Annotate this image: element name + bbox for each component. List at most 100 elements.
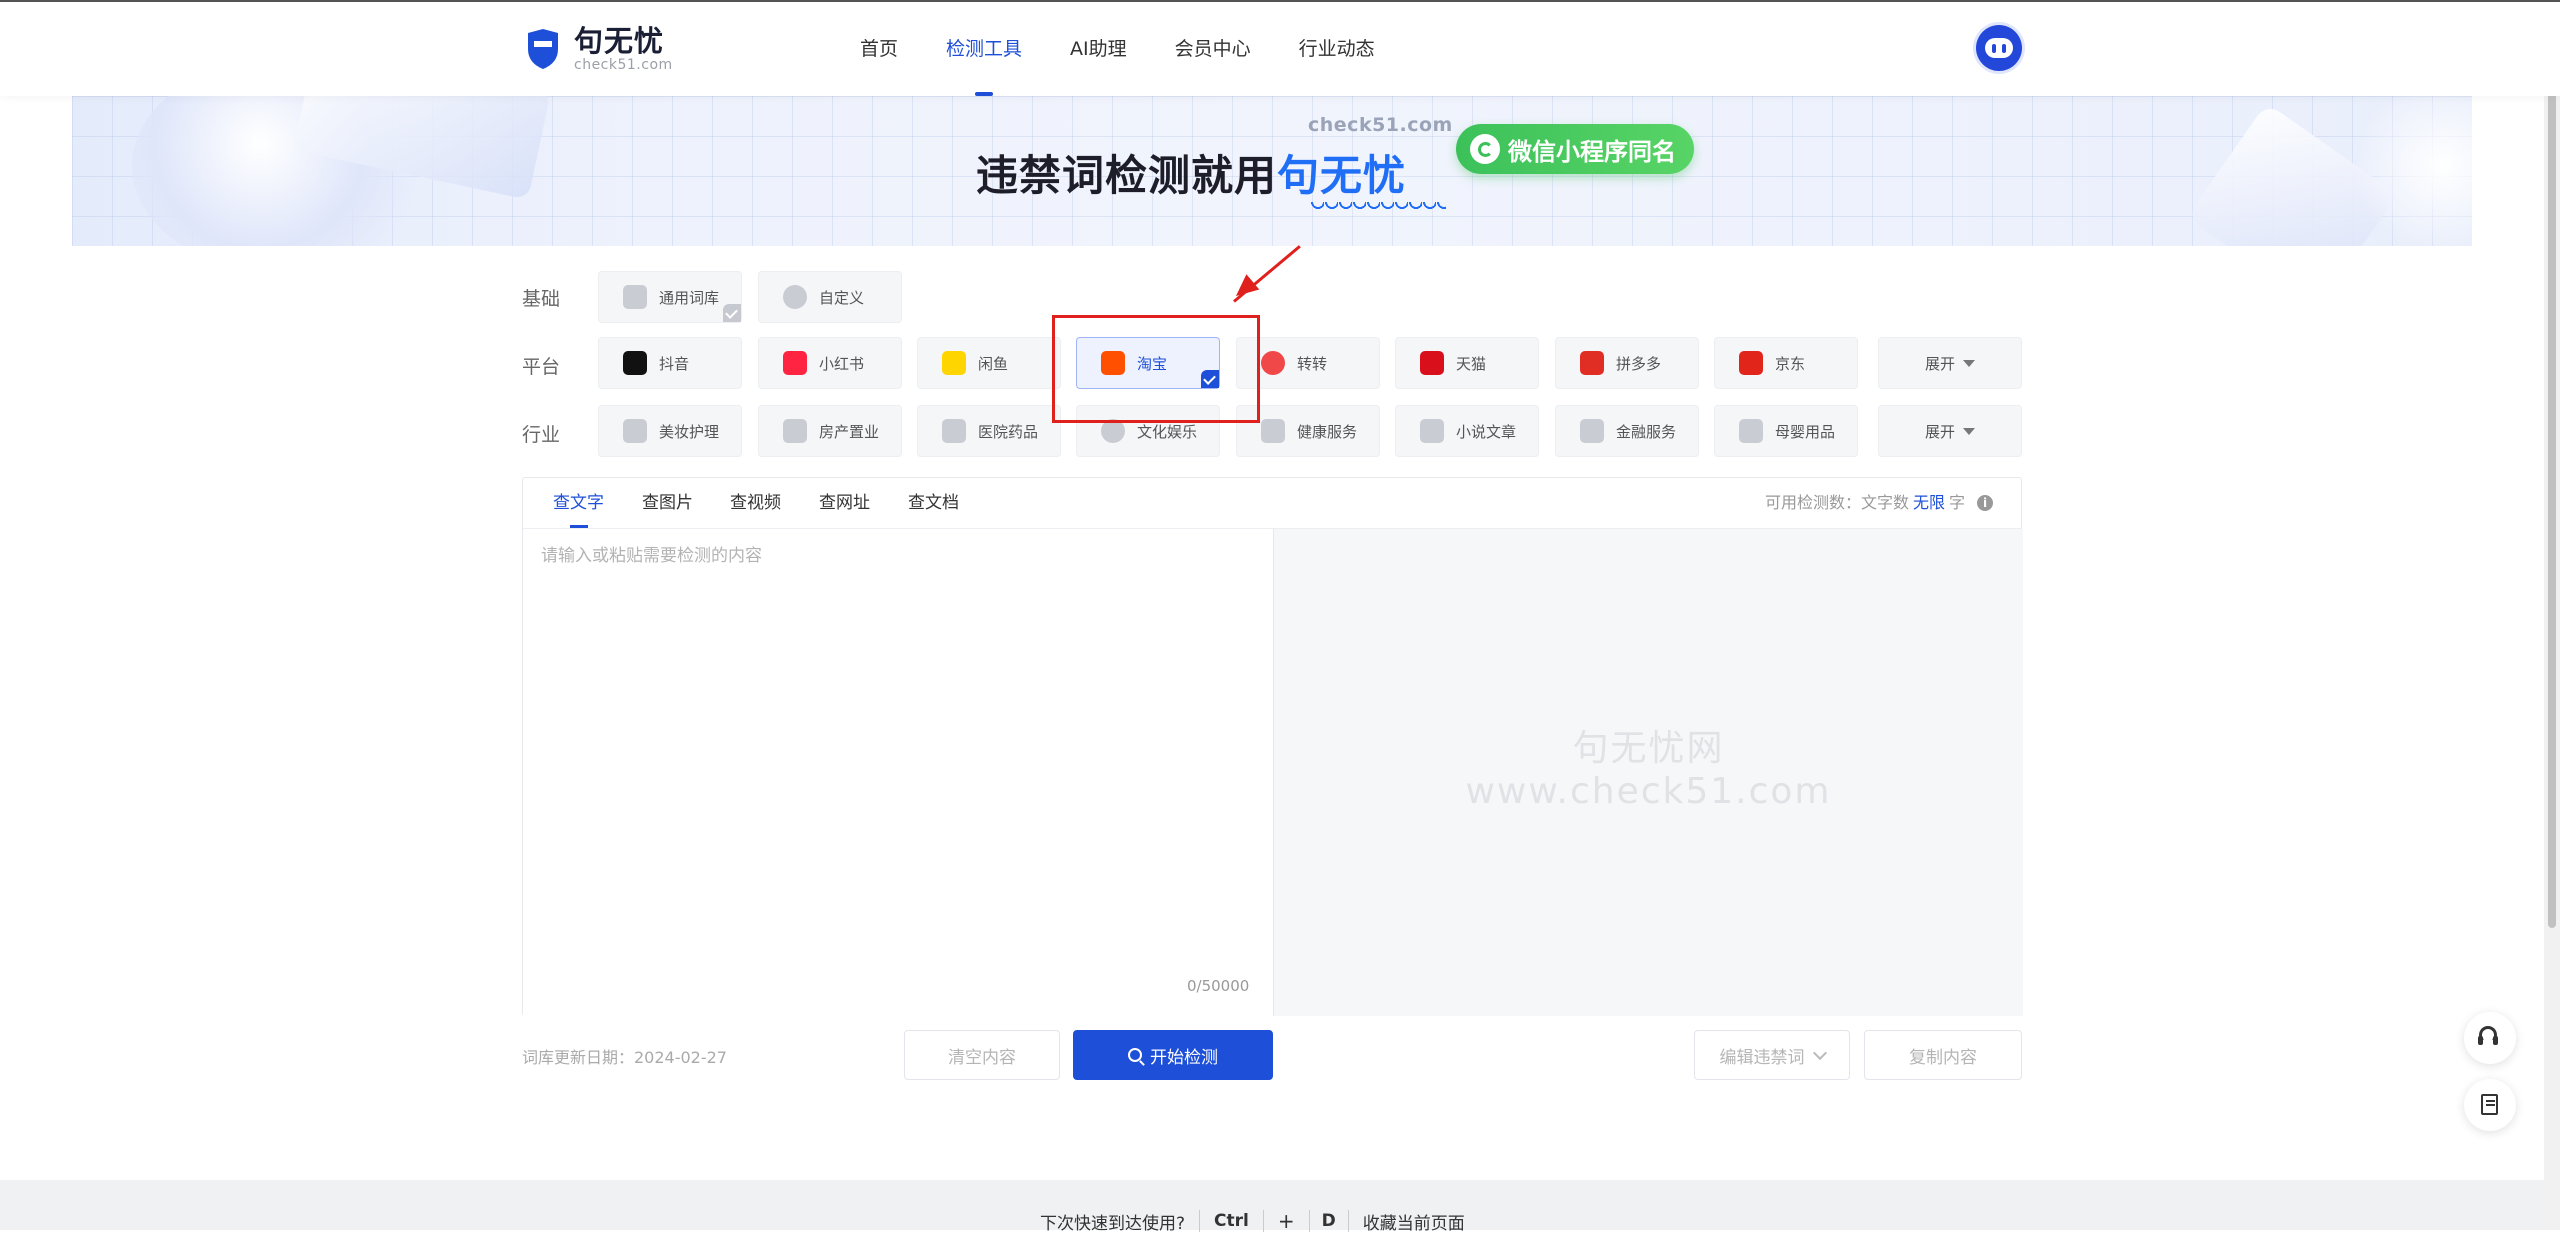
tmall-icon	[1420, 351, 1444, 375]
banner-url: check51.com	[1308, 114, 1453, 136]
chip-jd[interactable]: 京东	[1714, 337, 1858, 389]
quota-info: 可用检测数：文字数 无限 字 i	[1765, 478, 1993, 528]
chip-cosmetics[interactable]: 美妆护理	[598, 405, 742, 457]
page-scrollbar[interactable]	[2544, 0, 2560, 1230]
clear-button[interactable]: 清空内容	[904, 1030, 1060, 1080]
chip-label: 美妆护理	[659, 422, 720, 441]
chip-pinduoduo[interactable]: 拼多多	[1555, 337, 1699, 389]
shield-logo-icon	[524, 27, 562, 71]
watermark-name: 句无忧网	[1572, 728, 1725, 769]
logo-domain: check51.com	[574, 57, 673, 73]
nav-ai-assistant[interactable]: AI助理	[1070, 2, 1127, 96]
bookmark-hint-bar: 下次快速到达使用? Ctrl + D 收藏当前页面	[0, 1180, 2544, 1234]
headset-icon	[2478, 1026, 2498, 1045]
scrollbar-thumb[interactable]	[2548, 4, 2556, 928]
check-icon	[723, 304, 741, 322]
edit-banned-words-button[interactable]: 编辑违禁词	[1694, 1030, 1850, 1080]
result-pane: 句无忧网 www.check51.com	[1273, 529, 2023, 1016]
chip-xiaohongshu[interactable]: 小红书	[758, 337, 902, 389]
nav-home[interactable]: 首页	[860, 2, 898, 96]
chip-real-estate[interactable]: 房产置业	[758, 405, 902, 457]
quota-value: 无限	[1912, 493, 1945, 512]
tab-video[interactable]: 查视频	[730, 478, 781, 528]
chip-xianyu[interactable]: 闲鱼	[917, 337, 1061, 389]
expand-platforms-button[interactable]: 展开	[1878, 337, 2022, 389]
detect-panel: 查文字 查图片 查视频 查网址 查文档 可用检测数：文字数 无限 字 i 0/5…	[522, 477, 2023, 1016]
chip-general-library[interactable]: 通用词库	[598, 271, 742, 323]
mini-program-badge: 微信小程序同名	[1456, 124, 1694, 174]
banner-brand: 句无忧	[1277, 151, 1407, 200]
caret-down-icon	[1963, 427, 1975, 435]
chip-label: 通用词库	[659, 288, 720, 307]
content-input[interactable]	[523, 529, 1273, 1016]
chip-baby[interactable]: 母婴用品	[1714, 405, 1858, 457]
clear-label: 清空内容	[948, 1047, 1016, 1068]
main-nav: 首页 检测工具 AI助理 会员中心 行业动态	[860, 2, 1423, 96]
copy-content-button[interactable]: 复制内容	[1864, 1030, 2022, 1080]
watermark-url: www.check51.com	[1465, 771, 1832, 812]
quota-label: 可用检测数：文字数	[1764, 493, 1909, 512]
chip-custom[interactable]: 自定义	[758, 271, 902, 323]
info-icon[interactable]: i	[1977, 495, 1993, 511]
user-avatar[interactable]	[1976, 25, 2022, 71]
health-icon	[1261, 419, 1285, 443]
char-counter: 0/50000	[1187, 977, 1250, 995]
chip-label: 闲鱼	[978, 354, 1009, 373]
tab-document[interactable]: 查文档	[908, 478, 959, 528]
platform-label: 平台	[522, 356, 561, 378]
xiaohongshu-icon	[783, 351, 807, 375]
caret-down-icon	[1963, 359, 1975, 367]
pinduoduo-icon	[1580, 351, 1604, 375]
chip-tmall[interactable]: 天猫	[1395, 337, 1539, 389]
chip-hospital[interactable]: 医院药品	[917, 405, 1061, 457]
library-icon	[623, 285, 647, 309]
expand-label: 展开	[1924, 422, 1955, 441]
library-update-date: 词库更新日期：2024-02-27	[522, 1048, 727, 1067]
tab-url[interactable]: 查网址	[819, 478, 870, 528]
chip-label: 文化娱乐	[1137, 422, 1198, 441]
douyin-icon	[623, 351, 647, 375]
link-icon	[1470, 134, 1500, 164]
quota-unit: 字	[1948, 493, 1965, 512]
expand-industries-button[interactable]: 展开	[1878, 405, 2022, 457]
hospital-icon	[942, 419, 966, 443]
banner-headline-text: 违禁词检测就用	[976, 151, 1278, 200]
zhuanzhuan-icon	[1261, 351, 1285, 375]
site-logo[interactable]: 句无忧 check51.com	[524, 24, 673, 74]
chip-label: 房产置业	[819, 422, 880, 441]
cosmetics-icon	[623, 419, 647, 443]
customer-service-button[interactable]	[2464, 1012, 2516, 1064]
search-icon	[1128, 1048, 1142, 1062]
start-detect-button[interactable]: 开始检测	[1073, 1030, 1273, 1080]
promo-banner[interactable]: check51.com 违禁词检测就用句无忧 微信小程序同名	[72, 96, 2472, 246]
chip-label: 母婴用品	[1775, 422, 1836, 441]
chip-label: 京东	[1775, 354, 1806, 373]
xianyu-icon	[942, 351, 966, 375]
nav-industry-news[interactable]: 行业动态	[1299, 2, 1375, 96]
detect-tabs: 查文字 查图片 查视频 查网址 查文档 可用检测数：文字数 无限 字 i	[523, 478, 2021, 529]
industry-label: 行业	[522, 424, 561, 446]
chip-label: 拼多多	[1616, 354, 1662, 373]
chip-douyin[interactable]: 抖音	[598, 337, 742, 389]
feedback-button[interactable]	[2464, 1079, 2516, 1131]
basic-label: 基础	[522, 288, 561, 310]
key-d: D	[1308, 1210, 1349, 1232]
chip-label: 小红书	[819, 354, 865, 373]
chip-label: 医院药品	[978, 422, 1039, 441]
plus-sign: +	[1277, 1209, 1295, 1233]
chip-label: 健康服务	[1297, 422, 1358, 441]
book-icon	[1420, 419, 1444, 443]
nav-member-center[interactable]: 会员中心	[1175, 2, 1251, 96]
tab-image[interactable]: 查图片	[642, 478, 693, 528]
baby-bottle-icon	[1739, 419, 1763, 443]
chip-label: 小说文章	[1456, 422, 1517, 441]
tab-text[interactable]: 查文字	[553, 478, 604, 528]
annotation-highlight-box	[1052, 315, 1260, 423]
chip-finance[interactable]: 金融服务	[1555, 405, 1699, 457]
nav-detect-tools[interactable]: 检测工具	[946, 2, 1022, 96]
banner-headline: 违禁词检测就用句无忧	[976, 142, 1406, 203]
jd-icon	[1739, 351, 1763, 375]
chip-novel[interactable]: 小说文章	[1395, 405, 1539, 457]
edit-label: 编辑违禁词	[1719, 1047, 1805, 1068]
chip-label: 抖音	[659, 354, 690, 373]
